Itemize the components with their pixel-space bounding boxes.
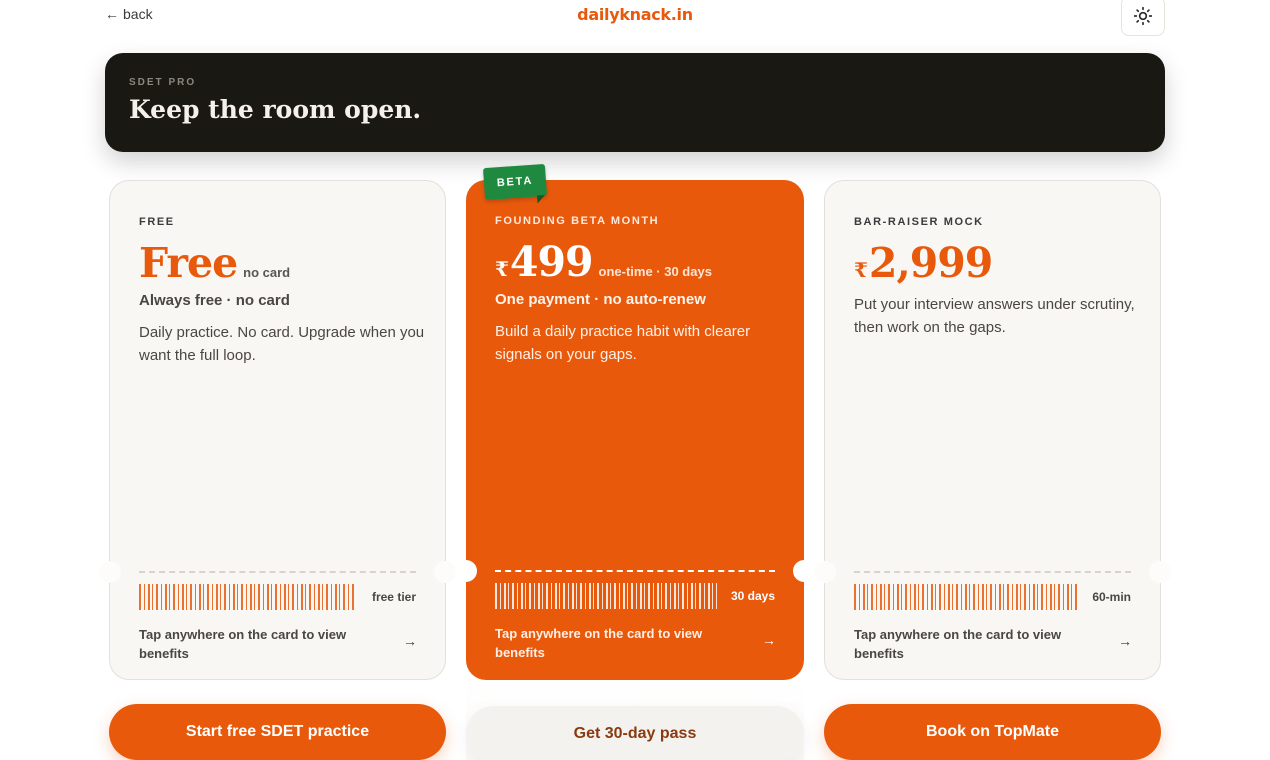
plan-price-group: ₹499 xyxy=(495,238,594,286)
top-bar: ← back dailyknack.in xyxy=(0,0,1270,40)
plan-description: Build a daily practice habit with cleare… xyxy=(495,323,751,363)
plan-label: FOUNDING BETA MONTH xyxy=(495,215,660,227)
plan-subhead: One payment · no auto-renew xyxy=(495,291,706,308)
ticket-tag: 60-min xyxy=(1092,590,1131,604)
hero-eyebrow: SDET PRO xyxy=(129,77,197,88)
get-pass-button[interactable]: Get 30-day pass xyxy=(466,706,804,760)
currency-symbol: ₹ xyxy=(495,257,509,281)
ticket-notch xyxy=(814,561,836,583)
barcode-graphic xyxy=(854,584,1078,610)
ticket-divider xyxy=(854,571,1131,573)
tap-hint: Tap anywhere on the card to view benefit… xyxy=(139,627,347,661)
arrow-right-icon: → xyxy=(762,632,776,648)
price-note: no card xyxy=(243,265,291,280)
plan-price: 2,999 xyxy=(868,239,993,287)
price-note: one-time · 30 days xyxy=(598,264,712,279)
plan-price: 499 xyxy=(509,238,594,286)
plan-card-free[interactable]: FREE Free no card Always free · no card … xyxy=(99,180,456,680)
plan-description: Put your interview answers under scrutin… xyxy=(854,296,1135,336)
plan-subhead: Always free · no card xyxy=(139,292,290,309)
price-row: ₹2,999 xyxy=(854,239,993,287)
currency-symbol: ₹ xyxy=(854,258,868,282)
arrow-right-icon: → xyxy=(403,633,417,649)
arrow-right-icon: → xyxy=(1118,633,1132,649)
plan-label: BAR-RAISER MOCK xyxy=(854,216,984,228)
tap-hint: Tap anywhere on the card to view benefit… xyxy=(854,627,1062,661)
ticket-notch xyxy=(793,560,815,582)
plan-label: FREE xyxy=(139,216,175,228)
book-topmate-button[interactable]: Book on TopMate xyxy=(824,704,1161,760)
plan-price-group: ₹2,999 xyxy=(854,239,993,287)
site-logo[interactable]: dailyknack.in xyxy=(0,5,1270,24)
plan-card-mock[interactable]: BAR-RAISER MOCK ₹2,999 Put your intervie… xyxy=(814,180,1171,680)
plan-description: Daily practice. No card. Upgrade when yo… xyxy=(139,324,425,364)
beta-badge: BETA xyxy=(482,163,548,201)
plan-price: Free xyxy=(139,239,238,287)
ticket-notch xyxy=(455,560,477,582)
price-row: Free no card xyxy=(139,239,290,287)
ticket-divider xyxy=(139,571,416,573)
plan-card-beta[interactable]: FOUNDING BETA MONTH ₹499 one-time · 30 d… xyxy=(455,180,815,680)
ticket-notch xyxy=(99,561,121,583)
barcode-graphic xyxy=(495,583,717,609)
tap-hint: Tap anywhere on the card to view benefit… xyxy=(495,626,703,660)
price-row: ₹499 one-time · 30 days xyxy=(495,238,712,286)
sun-icon xyxy=(1133,6,1153,26)
ticket-divider xyxy=(495,570,775,572)
ticket-notch xyxy=(1149,561,1171,583)
ticket-notch xyxy=(434,561,456,583)
hero-banner: SDET PRO Keep the room open. xyxy=(105,53,1165,152)
ticket-tag: 30 days xyxy=(730,589,775,603)
start-free-button[interactable]: Start free SDET practice xyxy=(109,704,446,760)
hero-title: Keep the room open. xyxy=(129,95,422,124)
ticket-tag: free tier xyxy=(371,590,416,604)
barcode-graphic xyxy=(139,584,355,610)
theme-toggle-button[interactable] xyxy=(1121,0,1165,36)
